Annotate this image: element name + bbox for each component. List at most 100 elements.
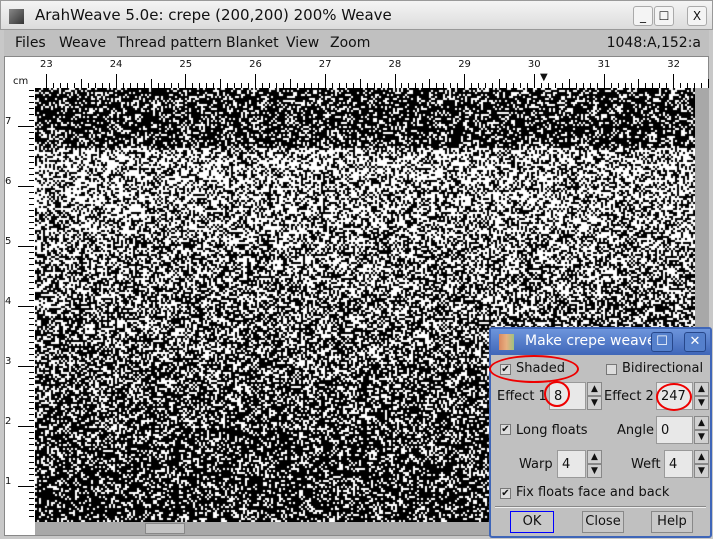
ruler-tick <box>29 102 34 103</box>
ruler-tick <box>29 336 34 337</box>
warp-spinner[interactable]: ▲ ▼ <box>587 450 602 479</box>
effect2-spinner[interactable]: ▲ ▼ <box>694 382 709 411</box>
annotation-ring-effect1 <box>544 381 570 407</box>
ruler-top-label: 24 <box>109 59 123 70</box>
bidirectional-checkbox[interactable] <box>606 364 617 375</box>
ruler-tick <box>29 480 34 481</box>
ruler-tick <box>29 402 34 403</box>
ruler-tick <box>29 90 34 91</box>
ruler-top-label: 32 <box>667 59 681 70</box>
weft-spinner[interactable]: ▲ ▼ <box>694 450 709 479</box>
ruler-tick <box>29 414 34 415</box>
angle-label: Angle <box>617 423 654 438</box>
ruler-tick <box>29 318 34 319</box>
ruler-left-label: 5 <box>5 236 12 247</box>
dialog-title-bar: Make crepe weave ☐ ✕ <box>491 329 710 355</box>
ruler-tick <box>29 168 34 169</box>
menu-thread-pattern[interactable]: Thread pattern <box>117 35 222 51</box>
ruler-tick <box>29 264 34 265</box>
ruler-tick <box>29 504 34 505</box>
ruler-tick <box>29 120 34 121</box>
ruler-tick <box>18 486 34 487</box>
ruler-tick <box>29 108 34 109</box>
ruler-tick <box>568 79 570 88</box>
ruler-tick <box>533 74 535 88</box>
menu-zoom[interactable]: Zoom <box>330 35 370 51</box>
ruler-tick <box>29 258 34 259</box>
scroll-thumb[interactable] <box>145 523 185 534</box>
menu-blanket[interactable]: Blanket <box>226 35 279 51</box>
dialog-icon <box>499 334 514 350</box>
ruler-tick <box>18 246 34 247</box>
ruler-tick <box>289 79 291 88</box>
window-title: ArahWeave 5.0e: crepe (200,200) 200% Wea… <box>35 6 392 24</box>
ruler-tick <box>18 126 34 127</box>
warp-input[interactable]: 4 <box>557 450 586 478</box>
ruler-tick <box>29 420 34 421</box>
ruler-tick <box>29 498 34 499</box>
ruler-tick <box>29 282 34 283</box>
ruler-tick <box>115 74 117 88</box>
title-bar: ArahWeave 5.0e: crepe (200,200) 200% Wea… <box>0 0 713 30</box>
close-button[interactable]: X <box>687 6 707 26</box>
ruler-tick <box>29 462 34 463</box>
ruler-tick <box>18 426 34 427</box>
angle-input[interactable]: 0 <box>656 416 693 444</box>
ruler-tick <box>29 384 34 385</box>
ruler-tick <box>29 96 34 97</box>
ruler-tick <box>29 228 34 229</box>
ruler-tick <box>220 79 222 88</box>
effect1-label: Effect 1 <box>497 389 547 404</box>
ok-button[interactable]: OK <box>510 511 554 533</box>
bidirectional-label: Bidirectional <box>622 361 704 376</box>
warp-label: Warp <box>519 457 553 472</box>
make-crepe-weave-dialog: Make crepe weave ☐ ✕ ✔ Shaded Bidirectio… <box>489 327 712 538</box>
ruler-tick <box>29 270 34 271</box>
ruler-tick <box>29 324 34 325</box>
annotation-ring-shaded <box>489 355 579 383</box>
ruler-left-label: 6 <box>5 176 12 187</box>
ruler-tick <box>29 492 34 493</box>
menu-view[interactable]: View <box>286 35 319 51</box>
ruler-tick <box>185 74 187 88</box>
ruler-tick <box>429 79 431 88</box>
annotation-ring-effect2 <box>656 383 692 411</box>
menu-bar: Files Weave Thread pattern Blanket View … <box>4 30 709 56</box>
dialog-close-text-button[interactable]: Close <box>582 511 624 533</box>
ruler-tick <box>29 288 34 289</box>
ruler-left-label: 3 <box>5 356 12 367</box>
dialog-maximize-button[interactable]: ☐ <box>651 332 673 352</box>
ruler-tick <box>29 294 34 295</box>
ruler-tick <box>708 79 710 88</box>
ruler-tick <box>29 144 34 145</box>
ruler-tick <box>29 378 34 379</box>
ruler-tick <box>673 74 675 88</box>
ruler-unit: cm <box>13 76 29 87</box>
ruler-tick <box>29 348 34 349</box>
position-readout: 1048:A,152:a <box>606 35 701 51</box>
dialog-close-button[interactable]: ✕ <box>684 332 706 352</box>
dialog-title: Make crepe weave <box>525 333 656 349</box>
ruler-tick <box>29 234 34 235</box>
fix-floats-checkbox[interactable]: ✔ <box>500 488 511 499</box>
angle-spinner[interactable]: ▲ ▼ <box>694 416 709 445</box>
long-floats-checkbox[interactable]: ✔ <box>500 424 511 435</box>
ruler-tick <box>29 450 34 451</box>
ruler-left-label: 2 <box>5 416 12 427</box>
menu-weave[interactable]: Weave <box>59 35 106 51</box>
effect1-spinner[interactable]: ▲ ▼ <box>587 382 602 411</box>
ruler-tick <box>29 156 34 157</box>
weft-input[interactable]: 4 <box>664 450 693 478</box>
ruler-tick <box>394 74 396 88</box>
maximize-button[interactable]: ☐ <box>654 6 674 26</box>
long-floats-label: Long floats <box>516 423 588 438</box>
ruler-tick <box>29 510 34 511</box>
ruler-tick <box>29 240 34 241</box>
ruler-tick <box>29 408 34 409</box>
minimize-button[interactable]: _ <box>633 6 653 26</box>
ruler-tick <box>18 186 34 187</box>
help-button[interactable]: Help <box>651 511 693 533</box>
ruler-left-label: 1 <box>5 476 12 487</box>
menu-files[interactable]: Files <box>15 35 46 51</box>
ruler-tick <box>29 138 34 139</box>
